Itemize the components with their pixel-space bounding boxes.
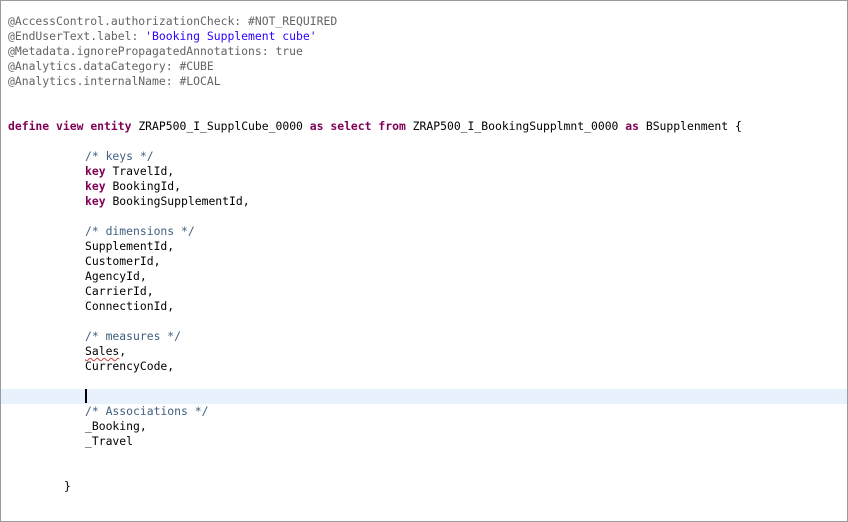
code-line: SupplementId, (8, 239, 847, 254)
code-line: @AccessControl.authorizationCheck: #NOT_… (8, 14, 847, 29)
code-line: ConnectionId, (8, 299, 847, 314)
dimensions-comment: /* dimensions */ (85, 224, 195, 238)
annotation-internal-name: @Analytics.internalName: #LOCAL (8, 74, 221, 88)
field-customer-id: CustomerId, (85, 254, 161, 268)
keyword-entity: entity (90, 119, 132, 133)
code-line: key BookingId, (8, 179, 847, 194)
association-booking: _Booking, (85, 419, 147, 433)
annotation-data-category: @Analytics.dataCategory: #CUBE (8, 59, 214, 73)
code-line: _Booking, (8, 419, 847, 434)
code-line: @Analytics.internalName: #LOCAL (8, 74, 847, 89)
code-line: /* Associations */ (8, 404, 847, 419)
code-line: /* dimensions */ (8, 224, 847, 239)
code-line: key BookingSupplementId, (8, 194, 847, 209)
keyword-key: key (85, 194, 106, 208)
code-line: _Travel (8, 434, 847, 449)
view-name: ZRAP500_I_SupplCube_0000 (138, 119, 303, 133)
keyword-from: from (378, 119, 406, 133)
annotation-access-control: @AccessControl.authorizationCheck: #NOT_… (8, 14, 338, 28)
keys-comment: /* keys */ (85, 149, 154, 163)
keyword-key: key (85, 179, 106, 193)
code-line: /* measures */ (8, 329, 847, 344)
editor-gutter (1, 1, 5, 521)
code-line: AgencyId, (8, 269, 847, 284)
associations-comment: /* Associations */ (85, 404, 209, 418)
keyword-key: key (85, 164, 106, 178)
code-line: CustomerId, (8, 254, 847, 269)
code-editor[interactable]: @AccessControl.authorizationCheck: #NOT_… (0, 0, 848, 522)
measures-comment: /* measures */ (85, 329, 182, 343)
sales-comma: , (119, 344, 127, 358)
keyword-as: as (309, 119, 324, 133)
field-booking-id: BookingId, (112, 179, 182, 193)
current-line[interactable] (1, 389, 847, 404)
keyword-view: view (56, 119, 84, 133)
field-connection-id: ConnectionId, (85, 299, 175, 313)
code-line: Sales, (8, 344, 847, 359)
code-line: @EndUserText.label: 'Booking Supplement … (8, 29, 847, 44)
field-carrier-id: CarrierId, (85, 284, 154, 298)
source-name: ZRAP500_I_BookingSupplmnt_0000 (412, 119, 619, 133)
code-line: CarrierId, (8, 284, 847, 299)
code-line: @Analytics.dataCategory: #CUBE (8, 59, 847, 74)
alias-name: BSupplenment { (645, 119, 742, 133)
define-view-line: define view entity ZRAP500_I_SupplCube_0… (8, 119, 847, 134)
label-string: 'Booking Supplement cube' (145, 29, 317, 43)
code-line: } (8, 479, 847, 494)
annotation-label: @EndUserText.label: (8, 29, 146, 43)
field-currency-code: CurrencyCode, (85, 359, 175, 373)
code-line: /* keys */ (8, 149, 847, 164)
code-line: CurrencyCode, (8, 359, 847, 374)
text-caret (85, 389, 87, 403)
code-line: @Metadata.ignorePropagatedAnnotations: t… (8, 44, 847, 59)
field-agency-id: AgencyId, (85, 269, 147, 283)
keyword-define: define (8, 119, 50, 133)
association-travel: _Travel (85, 434, 134, 448)
keyword-select: select (330, 119, 372, 133)
field-travel-id: TravelId, (112, 164, 175, 178)
field-booking-supplement-id: BookingSupplementId, (112, 194, 250, 208)
code-area[interactable]: @AccessControl.authorizationCheck: #NOT_… (1, 14, 847, 494)
closing-brace: } (64, 479, 71, 493)
field-supplement-id: SupplementId, (85, 239, 175, 253)
field-sales: Sales (85, 344, 120, 358)
annotation-metadata: @Metadata.ignorePropagatedAnnotations: t… (8, 44, 303, 58)
code-line: key TravelId, (8, 164, 847, 179)
keyword-as-alias: as (625, 119, 639, 133)
